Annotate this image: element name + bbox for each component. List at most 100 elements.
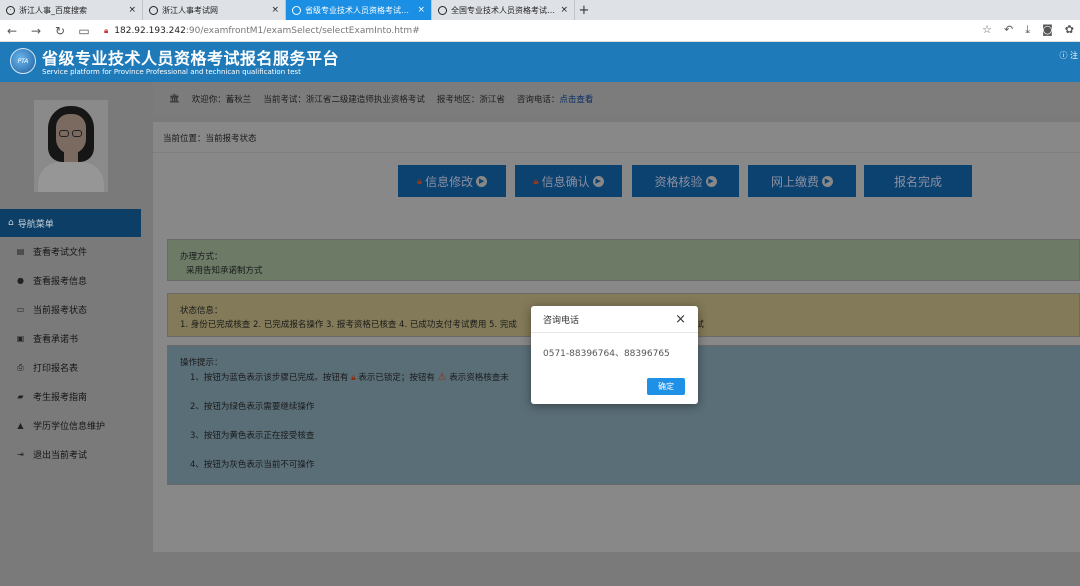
extension-icon[interactable]: ✿: [1065, 23, 1074, 37]
address-bar: ← → ↻ ▭ 🔒︎ 182.92.193.242:90/examfrontM1…: [0, 20, 1080, 42]
sidebar-item-exam-files[interactable]: ▤ 查看考试文件: [0, 237, 141, 266]
bank-icon: 🏛︎: [169, 94, 180, 104]
info-icon: ●: [17, 276, 24, 285]
sidebar-item-label: 查看报考信息: [33, 277, 88, 287]
book-icon: ▰: [17, 392, 24, 401]
forward-arrow-icon[interactable]: →: [24, 24, 48, 38]
browser-tab[interactable]: · 浙江人事_百度搜索 ×: [0, 0, 143, 20]
tip-text: 1、按钮为蓝色表示该步骤已完成。按钮有: [190, 373, 349, 383]
tab-close-icon[interactable]: ×: [560, 5, 568, 15]
sidebar-item-print-form[interactable]: ⎙ 打印报名表: [0, 353, 141, 382]
nav-menu-header: ⌂ 导航菜单: [0, 209, 141, 237]
method-title: 办理方式：: [180, 252, 223, 262]
history-icon[interactable]: ↶: [1004, 23, 1013, 37]
site-subtitle: Service platform for Province Profession…: [42, 68, 301, 76]
monitor-icon: ▭: [16, 305, 25, 314]
tab-title: 全国专业技术人员资格考试服务: [451, 5, 557, 15]
method-text: 采用告知承诺制方式: [186, 266, 263, 276]
current-exam: 当前考试：浙江省二级建造师执业资格考试: [263, 95, 425, 105]
document-icon: ▤: [16, 247, 25, 256]
status-text-main: 1. 身份已完成核查 2. 已完成报名操作 3. 报考资格已核查 4. 已成功支…: [180, 320, 517, 330]
sidebar-item-label: 打印报名表: [33, 364, 79, 374]
url-host: 182.92.193.242: [114, 25, 186, 36]
view-phone-link[interactable]: 点击查看: [559, 95, 593, 105]
star-icon[interactable]: ☆: [982, 23, 992, 37]
step-button-qualification-check[interactable]: 资格核验 ▶: [632, 165, 739, 197]
avatar-area: [0, 82, 141, 209]
logout-icon: ⇥: [17, 450, 24, 459]
header-user-link[interactable]: ⓘ 注: [1059, 50, 1078, 61]
header-right-text: 注: [1070, 51, 1078, 60]
tab-close-icon[interactable]: ×: [271, 5, 279, 15]
site-header: PTA 省级专业技术人员资格考试报名服务平台 Service platform …: [0, 42, 1080, 82]
url-field[interactable]: 🔒︎ 182.92.193.242:90/examfrontM1/examSel…: [104, 26, 420, 36]
welcome-user: 欢迎你：蓄秋兰: [191, 95, 252, 105]
exam-region: 报考地区：浙江省: [436, 95, 505, 105]
url-path: :90/examfrontM1/examSelect/selectExamInt…: [185, 25, 420, 36]
camera-icon[interactable]: ◙: [1042, 23, 1053, 37]
phone-label-text: 咨询电话：: [516, 95, 560, 105]
lock-icon: 🔒︎: [351, 373, 356, 383]
dialog-header: 咨询电话 ×: [531, 306, 698, 333]
lock-icon: 🔒︎: [533, 175, 539, 187]
step-label: 信息修改: [425, 174, 474, 189]
reload-icon[interactable]: ↻: [48, 24, 72, 38]
sidebar-item-current-status[interactable]: ▭ 当前报考状态: [0, 295, 141, 324]
back-arrow-icon[interactable]: ←: [0, 24, 24, 38]
browser-tab[interactable]: 全国专业技术人员资格考试服务 ×: [432, 0, 575, 20]
sidebar-item-registration-info[interactable]: ● 查看报考信息: [0, 266, 141, 295]
info-icon: ⓘ: [1059, 51, 1068, 60]
breadcrumb: 当前位置：当前报考状态: [163, 134, 257, 144]
close-icon[interactable]: ×: [675, 312, 686, 327]
nav-menu-title: 导航菜单: [17, 219, 54, 230]
chevron-right-icon: ▶: [476, 175, 488, 187]
sidebar-item-guide[interactable]: ▰ 考生报考指南: [0, 382, 141, 411]
download-icon[interactable]: ⤓: [1025, 23, 1030, 37]
lock-icon: 🔒︎: [416, 175, 423, 187]
tip-line-4: 4、按钮为灰色表示当前不可操作: [190, 460, 315, 470]
sidebar-item-label: 考生报考指南: [33, 393, 88, 403]
not-secure-lock-icon[interactable]: 🔒︎: [104, 26, 108, 36]
reader-mode-icon[interactable]: ▭: [72, 24, 96, 38]
step-label: 资格核验: [654, 174, 703, 189]
method-box: 办理方式： 采用告知承诺制方式: [167, 239, 1080, 281]
tab-close-icon[interactable]: ×: [128, 5, 136, 15]
new-tab-button[interactable]: +: [575, 0, 593, 20]
tab-title: 浙江人事考试网: [162, 5, 218, 15]
baidu-favicon-icon: ·: [6, 5, 15, 15]
sidebar-item-label: 退出当前考试: [33, 451, 88, 461]
site-title: 省级专业技术人员资格考试报名服务平台: [42, 49, 340, 68]
avatar: [33, 99, 108, 192]
tab-close-icon[interactable]: ×: [417, 5, 425, 15]
graduation-icon: ▲: [17, 421, 24, 430]
welcome-bar: 🏛︎ 欢迎你：蓄秋兰 当前考试：浙江省二级建造师执业资格考试 报考地区：浙江省 …: [153, 82, 1080, 116]
pta-logo: PTA: [10, 48, 36, 74]
browser-tab[interactable]: 浙江人事考试网 ×: [143, 0, 286, 20]
step-button-online-payment[interactable]: 网上缴费 ▶: [748, 165, 856, 197]
tab-title: 浙江人事_百度搜索: [19, 5, 87, 15]
sidebar-item-label: 学历学位信息维护: [33, 422, 106, 432]
warning-icon: ⚠︎: [437, 372, 447, 383]
dialog-body: 0571-88396764、88396765: [543, 349, 670, 359]
home-icon: ⌂: [8, 218, 14, 228]
globe-icon: [438, 5, 447, 15]
step-label: 网上缴费: [770, 174, 819, 189]
card-icon: ▣: [16, 334, 25, 343]
step-button-info-edit[interactable]: 🔒︎ 信息修改 ▶: [398, 165, 506, 197]
confirm-button[interactable]: 确定: [647, 378, 685, 395]
browser-tab-bar: · 浙江人事_百度搜索 × 浙江人事考试网 × 省级专业技术人员资格考试报名 ×…: [0, 0, 1080, 20]
print-icon: ⎙: [17, 362, 24, 372]
sidebar-item-label: 当前报考状态: [33, 306, 88, 316]
sidebar-item-exit-exam[interactable]: ⇥ 退出当前考试: [0, 440, 141, 469]
step-button-info-confirm[interactable]: 🔒︎ 信息确认 ▶: [515, 165, 622, 197]
sidebar-item-education[interactable]: ▲ 学历学位信息维护: [0, 411, 141, 440]
globe-icon: [149, 5, 158, 15]
dialog-title: 咨询电话: [543, 315, 580, 326]
sidebar-item-commitment[interactable]: ▣ 查看承诺书: [0, 324, 141, 353]
step-button-registration-complete[interactable]: 报名完成: [864, 165, 972, 197]
browser-toolbar: ☆ ↶ ⤓ ◙ ✿: [982, 23, 1074, 37]
chevron-right-icon: ▶: [822, 175, 833, 187]
tip-text: 表示已锁定；按钮有: [358, 373, 435, 383]
browser-tab-active[interactable]: 省级专业技术人员资格考试报名 ×: [286, 0, 432, 20]
tab-title: 省级专业技术人员资格考试报名: [305, 5, 414, 15]
